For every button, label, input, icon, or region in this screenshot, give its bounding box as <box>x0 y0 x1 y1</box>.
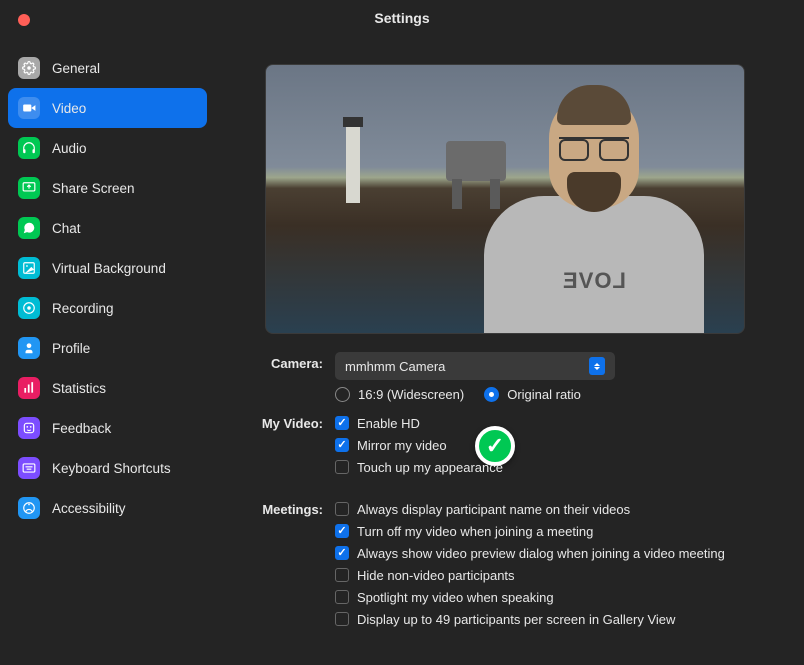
headphones-icon <box>18 137 40 159</box>
select-arrows-icon <box>589 357 605 375</box>
sidebar-item-video[interactable]: Video <box>8 88 207 128</box>
record-icon <box>18 297 40 319</box>
checkbox-icon <box>335 438 349 452</box>
checkbox-label: Turn off my video when joining a meeting <box>357 524 593 539</box>
sidebar-item-label: Audio <box>52 141 87 156</box>
sidebar-item-label: Feedback <box>52 421 111 436</box>
checkbox-enable-hd[interactable]: Enable HD <box>335 412 776 434</box>
statistics-icon <box>18 377 40 399</box>
content-area: General Video Audio Share Screen Chat Virtual… <box>0 36 804 665</box>
sidebar-item-label: Virtual Background <box>52 261 166 276</box>
checkbox-label: Spotlight my video when speaking <box>357 590 554 605</box>
checkbox-icon <box>335 460 349 474</box>
sidebar-item-recording[interactable]: Recording <box>8 288 207 328</box>
sidebar-item-audio[interactable]: Audio <box>8 128 207 168</box>
checkbox-label: Enable HD <box>357 416 420 431</box>
camera-select-value: mmhmm Camera <box>345 359 445 374</box>
sidebar: General Video Audio Share Screen Chat Virtual… <box>0 36 215 665</box>
checkbox-always-display-participant-nam[interactable]: Always display participant name on their… <box>335 498 776 520</box>
radio-widescreen[interactable]: 16:9 (Widescreen) <box>335 387 464 402</box>
sidebar-item-statistics[interactable]: Statistics <box>8 368 207 408</box>
checkbox-label: Always show video preview dialog when jo… <box>357 546 725 561</box>
lighthouse-decoration <box>346 125 360 203</box>
sidebar-item-label: General <box>52 61 100 76</box>
checkbox-icon <box>335 546 349 560</box>
sidebar-item-profile[interactable]: Profile <box>8 328 207 368</box>
sidebar-item-accessibility[interactable]: Accessibility <box>8 488 207 528</box>
keyboard-icon <box>18 457 40 479</box>
checkbox-label: Touch up my appearance <box>357 460 503 475</box>
sidebar-item-chat[interactable]: Chat <box>8 208 207 248</box>
shirt-text: LOVE <box>562 268 626 294</box>
checkbox-turn-off-my-video-when-joining[interactable]: Turn off my video when joining a meeting <box>335 520 776 542</box>
profile-icon <box>18 337 40 359</box>
checkbox-touch-up-my-appearance[interactable]: Touch up my appearance <box>335 456 776 478</box>
feedback-icon <box>18 417 40 439</box>
sidebar-item-label: Profile <box>52 341 90 356</box>
person-preview: LOVE <box>464 93 724 333</box>
checkbox-always-show-video-preview-dial[interactable]: Always show video preview dialog when jo… <box>335 542 776 564</box>
window-title: Settings <box>374 10 429 26</box>
chat-icon <box>18 217 40 239</box>
checkbox-icon <box>335 416 349 430</box>
checkbox-icon <box>335 524 349 538</box>
sidebar-item-general[interactable]: General <box>8 48 207 88</box>
checkbox-label: Display up to 49 participants per screen… <box>357 612 675 627</box>
sidebar-item-label: Statistics <box>52 381 106 396</box>
titlebar: Settings <box>0 0 804 36</box>
checkbox-icon <box>335 612 349 626</box>
checkbox-mirror-my-video[interactable]: Mirror my video <box>335 434 776 456</box>
checkbox-label: Always display participant name on their… <box>357 502 630 517</box>
gear-icon <box>18 57 40 79</box>
sidebar-item-label: Recording <box>52 301 114 316</box>
checkbox-hide-non-video-participants[interactable]: Hide non-video participants <box>335 564 776 586</box>
sidebar-item-label: Keyboard Shortcuts <box>52 461 171 476</box>
camera-label: Camera: <box>251 352 335 406</box>
checkbox-label: Hide non-video participants <box>357 568 515 583</box>
radio-widescreen-label: 16:9 (Widescreen) <box>358 387 464 402</box>
checkbox-icon <box>335 502 349 516</box>
sidebar-item-share-screen[interactable]: Share Screen <box>8 168 207 208</box>
sidebar-item-label: Video <box>52 101 86 116</box>
main-panel: LOVE Camera: mmhmm Camera 16:9 (Widescre… <box>215 36 804 665</box>
radio-icon <box>484 387 499 402</box>
share-screen-icon <box>18 177 40 199</box>
checkbox-icon <box>335 568 349 582</box>
radio-original-label: Original ratio <box>507 387 581 402</box>
sidebar-item-keyboard-shortcuts[interactable]: Keyboard Shortcuts <box>8 448 207 488</box>
my-video-label: My Video: <box>251 412 335 478</box>
video-icon <box>18 97 40 119</box>
radio-original[interactable]: Original ratio <box>484 387 581 402</box>
checkbox-display-up-to-49-participants-[interactable]: Display up to 49 participants per screen… <box>335 608 776 630</box>
sidebar-item-label: Accessibility <box>52 501 126 516</box>
sidebar-item-label: Share Screen <box>52 181 135 196</box>
close-icon[interactable] <box>18 14 30 26</box>
meetings-label: Meetings: <box>251 498 335 630</box>
image-icon <box>18 257 40 279</box>
sidebar-item-label: Chat <box>52 221 81 236</box>
checkbox-spotlight-my-video-when-speaki[interactable]: Spotlight my video when speaking <box>335 586 776 608</box>
camera-select[interactable]: mmhmm Camera <box>335 352 615 380</box>
sidebar-item-feedback[interactable]: Feedback <box>8 408 207 448</box>
sidebar-item-virtual-background[interactable]: Virtual Background <box>8 248 207 288</box>
checkbox-icon <box>335 590 349 604</box>
radio-icon <box>335 387 350 402</box>
checkbox-label: Mirror my video <box>357 438 447 453</box>
video-preview: LOVE <box>265 64 745 334</box>
accessibility-icon <box>18 497 40 519</box>
